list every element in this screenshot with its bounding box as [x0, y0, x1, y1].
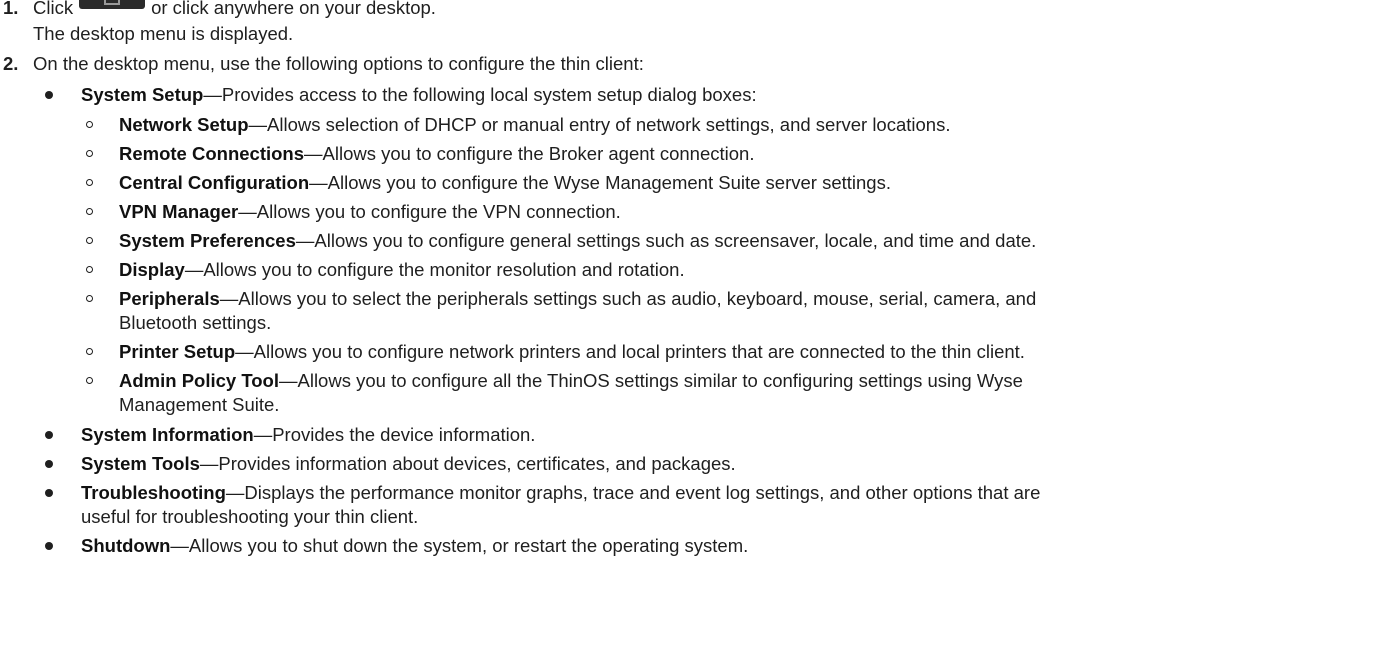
sub-item-peripherals-cont: Bluetooth settings. [119, 312, 272, 333]
list-item-system-tools: System Tools—Provides information about … [81, 453, 736, 475]
circle-bullet-icon [86, 208, 93, 215]
step-2-intro: On the desktop menu, use the following o… [33, 53, 644, 74]
circle-bullet-icon [86, 377, 93, 384]
sub-item-desc: —Allows you to configure the VPN connect… [238, 201, 621, 222]
list-item-term: Troubleshooting [81, 482, 226, 503]
list-item-term: Shutdown [81, 535, 171, 556]
desktop-menu-icon [79, 0, 146, 11]
sub-item-term: Display [119, 259, 185, 280]
list-item-desc: —Displays the performance monitor graphs… [225, 482, 1041, 503]
sub-item-term: Printer Setup [119, 341, 236, 362]
sub-item-admin-policy-tool: Admin Policy Tool—Allows you to configur… [119, 370, 1023, 392]
sub-item-vpn-manager: VPN Manager—Allows you to configure the … [119, 201, 621, 223]
sub-item-desc: —Allows selection of DHCP or manual entr… [248, 114, 951, 135]
sub-item-term: Peripherals [119, 288, 220, 309]
list-item-shutdown: Shutdown—Allows you to shut down the sys… [81, 535, 748, 557]
step-1-text-after: or click anywhere on your desktop. [151, 0, 436, 18]
sub-item-peripherals: Peripherals—Allows you to select the per… [119, 288, 1036, 310]
sub-item-system-preferences: System Preferences—Allows you to configu… [119, 230, 1036, 252]
circle-bullet-icon [86, 179, 93, 186]
bullet-icon [45, 460, 53, 468]
circle-bullet-icon [86, 121, 93, 128]
sub-item-term: Admin Policy Tool [119, 370, 279, 391]
sub-item-term: VPN Manager [119, 201, 239, 222]
list-item-system-setup: System Setup—Provides access to the foll… [81, 84, 757, 106]
list-item-troubleshooting-cont: useful for troubleshooting your thin cli… [81, 506, 419, 527]
sub-item-remote-connections: Remote Connections—Allows you to configu… [119, 143, 754, 165]
list-item-desc: —Provides information about devices, cer… [199, 453, 736, 474]
step-1-text: Click or click anywhere on your desktop. [33, 0, 436, 19]
sub-item-desc: —Allows you to configure the Broker agen… [304, 143, 755, 164]
list-item-term: System Information [81, 424, 254, 445]
bullet-icon [45, 91, 53, 99]
step-2-number: 2. [3, 53, 19, 74]
sub-item-admin-policy-tool-cont: Management Suite. [119, 394, 280, 415]
list-item-desc: —Provides the device information. [253, 424, 536, 445]
sub-item-display: Display—Allows you to configure the moni… [119, 259, 685, 281]
sub-item-desc: —Allows you to configure the monitor res… [184, 259, 685, 280]
bullet-icon [45, 431, 53, 439]
bullet-icon [45, 489, 53, 497]
step-1-result: The desktop menu is displayed. [33, 23, 294, 44]
circle-bullet-icon [86, 266, 93, 273]
list-item-desc: —Provides access to the following local … [203, 84, 757, 105]
list-item-term: System Setup [81, 84, 204, 105]
sub-item-desc: —Allows you to configure general setting… [295, 230, 1037, 251]
sub-item-printer-setup: Printer Setup—Allows you to configure ne… [119, 341, 1025, 363]
bullet-icon [45, 542, 53, 550]
sub-item-desc: —Allows you to configure network printer… [235, 341, 1025, 362]
sub-item-term: System Preferences [119, 230, 296, 251]
sub-item-desc: —Allows you to select the peripherals se… [219, 288, 1037, 309]
sub-item-desc: —Allows you to configure the Wyse Manage… [309, 172, 891, 193]
sub-item-term: Network Setup [119, 114, 249, 135]
sub-item-network-setup: Network Setup—Allows selection of DHCP o… [119, 114, 950, 136]
step-1-number: 1. [3, 0, 19, 18]
sub-item-desc: —Allows you to configure all the ThinOS … [279, 370, 1023, 391]
list-item-desc: —Allows you to shut down the system, or … [170, 535, 749, 556]
sub-item-term: Central Configuration [119, 172, 310, 193]
circle-bullet-icon [86, 348, 93, 355]
circle-bullet-icon [86, 150, 93, 157]
sub-item-central-configuration: Central Configuration—Allows you to conf… [119, 172, 891, 194]
list-item-term: System Tools [81, 453, 200, 474]
circle-bullet-icon [86, 295, 93, 302]
sub-item-term: Remote Connections [119, 143, 305, 164]
list-item-troubleshooting: Troubleshooting—Displays the performance… [81, 482, 1040, 504]
circle-bullet-icon [86, 237, 93, 244]
step-1-text-before: Click [33, 0, 74, 18]
list-item-system-information: System Information—Provides the device i… [81, 424, 535, 446]
